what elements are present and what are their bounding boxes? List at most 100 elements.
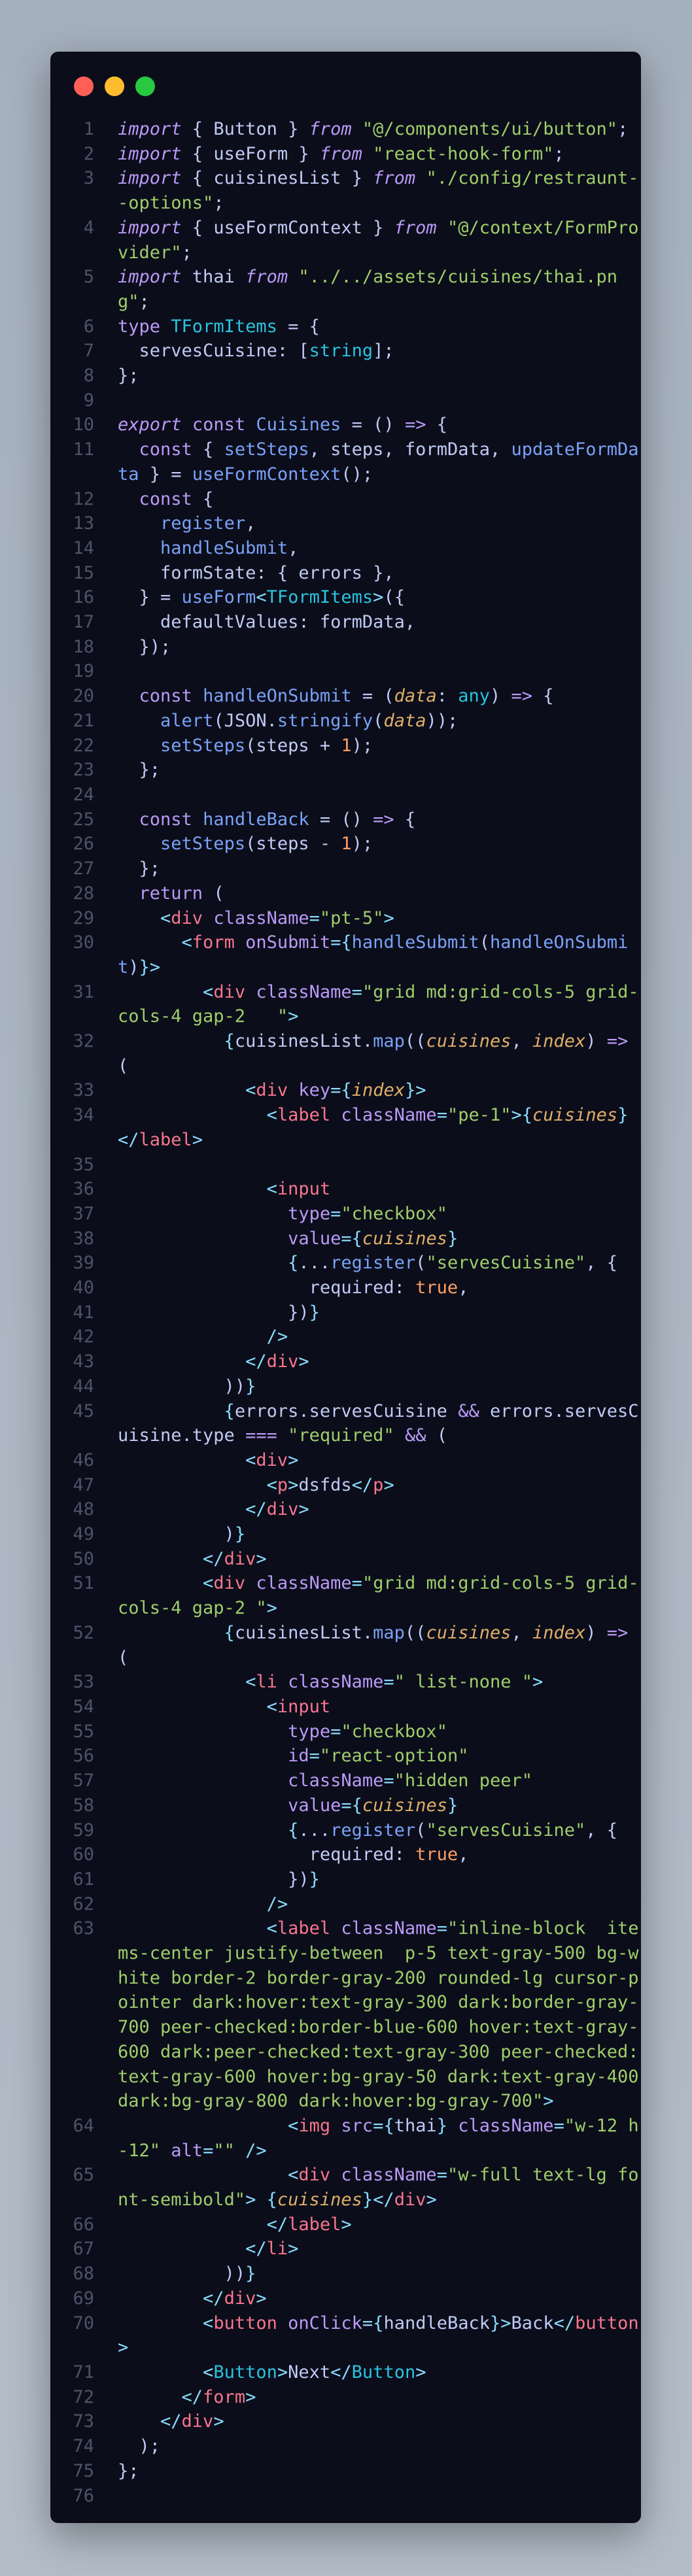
line-text: ( — [118, 1054, 128, 1079]
code-token: ( — [415, 1820, 426, 1840]
code-token: div — [181, 2411, 214, 2432]
code-token: "grid md:grid-cols-5 grid- — [362, 1573, 639, 1594]
code-token: label — [277, 1105, 331, 1126]
line-number — [50, 1990, 94, 2015]
line-text: t)}> — [118, 955, 160, 980]
code-token: src — [341, 2115, 373, 2136]
code-line: 24 — [50, 783, 641, 807]
code-token: className — [256, 981, 352, 1002]
line-number: 3 — [83, 168, 94, 189]
code-line: vider"; — [50, 241, 641, 265]
line-number: 61 — [73, 1869, 94, 1890]
line-text: {errors.servesCuisine && errors.servesC — [118, 1399, 639, 1424]
close-dot-icon[interactable] — [74, 76, 94, 96]
code-token: > — [511, 1105, 522, 1126]
code-line: 43 </div> — [50, 1349, 641, 1374]
code-token: } — [139, 957, 150, 977]
line-text: <div key={index}> — [118, 1078, 426, 1103]
code-token: { — [426, 415, 447, 435]
code-token: button — [213, 2313, 277, 2333]
code-token: ; — [213, 193, 224, 214]
code-token: , { — [585, 1820, 618, 1840]
code-token: = — [309, 907, 320, 928]
code-token: ; — [617, 119, 629, 139]
code-token: } — [309, 1302, 320, 1323]
code-token: alert — [160, 710, 214, 731]
line-text: ointer dark:hover:text-gray-300 dark:bor… — [118, 1990, 639, 2015]
line-number — [50, 1128, 94, 1153]
code-token: > — [543, 2091, 554, 2112]
line-number: 6 — [83, 316, 94, 337]
line-text: <input — [118, 1177, 331, 1202]
line-text: <div className="pt-5"> — [118, 906, 394, 931]
line-number: 63 — [73, 1918, 94, 1939]
code-token: div — [266, 1499, 299, 1520]
code-line: text-gray-600 hover:bg-gray-50 dark:text… — [50, 2065, 641, 2090]
code-line: 1 import { Button } from "@/components/ui… — [50, 117, 641, 142]
line-number: 7 — [83, 341, 94, 362]
code-line: 12 const { — [50, 487, 641, 512]
code-token: className — [256, 1573, 352, 1594]
code-token: { Button } — [181, 119, 309, 139]
code-line: -options"; — [50, 191, 641, 216]
maximize-dot-icon[interactable] — [135, 76, 155, 96]
code-token: index — [351, 1080, 405, 1101]
code-token: cuisinesList. — [234, 1031, 373, 1052]
line-number — [50, 2139, 94, 2163]
code-token: "servesCuisine" — [426, 1820, 586, 1840]
code-token: </ — [373, 2190, 394, 2211]
code-line: 69 </div> — [50, 2286, 641, 2311]
code-token: && — [458, 1400, 479, 1421]
line-number: 35 — [73, 1154, 94, 1175]
line-number: 40 — [73, 1278, 94, 1298]
code-token: handleOnSubmi — [490, 932, 629, 953]
code-token: > — [192, 1129, 203, 1150]
code-token: < — [118, 1449, 256, 1470]
code-token: > — [277, 2362, 288, 2382]
line-text: <p>dsfds</p> — [118, 1473, 394, 1498]
code-token: ); — [118, 2436, 161, 2457]
code-line: 30 <form onSubmit={handleSubmit(handleOn… — [50, 930, 641, 955]
code-token: handleBack — [383, 2313, 491, 2333]
line-text: hite border-2 border-gray-200 rounded-lg… — [118, 1966, 639, 1991]
code-token: from — [319, 143, 362, 164]
code-token: ( — [426, 1425, 447, 1446]
code-token: label — [139, 1129, 192, 1150]
code-token: </ — [118, 2411, 182, 2432]
code-line: 64 <img src={thai} className="w-12 h — [50, 2114, 641, 2139]
code-line: ta } = useFormContext(); — [50, 462, 641, 487]
code-token: > — [256, 2288, 267, 2309]
code-token: > — [532, 1672, 544, 1693]
line-text: }; — [118, 364, 139, 388]
code-line: 41 })} — [50, 1300, 641, 1325]
minimize-dot-icon[interactable] — [105, 76, 124, 96]
line-text: <div className="grid md:grid-cols-5 grid… — [118, 980, 639, 1005]
code-token: < — [118, 1573, 214, 1594]
code-token: = — [351, 981, 362, 1002]
code-token: > — [288, 1474, 299, 1495]
code-token: < — [118, 1918, 277, 1939]
line-number — [50, 1966, 94, 1991]
line-number: 67 — [73, 2239, 94, 2260]
line-text: handleSubmit, — [118, 536, 298, 561]
code-token: div — [224, 1548, 256, 1569]
line-number: 18 — [73, 636, 94, 657]
line-number: 71 — [73, 2362, 94, 2382]
line-number: 5 — [83, 267, 94, 288]
code-token: "./config/restraunt- — [426, 168, 639, 189]
line-number — [50, 1596, 94, 1621]
code-token: const — [139, 809, 192, 830]
code-token: updateFormDa — [511, 439, 639, 460]
code-token: }; — [118, 365, 139, 386]
line-text: <label className="inline-block ite — [118, 1916, 639, 1941]
code-token: > — [415, 1080, 426, 1101]
